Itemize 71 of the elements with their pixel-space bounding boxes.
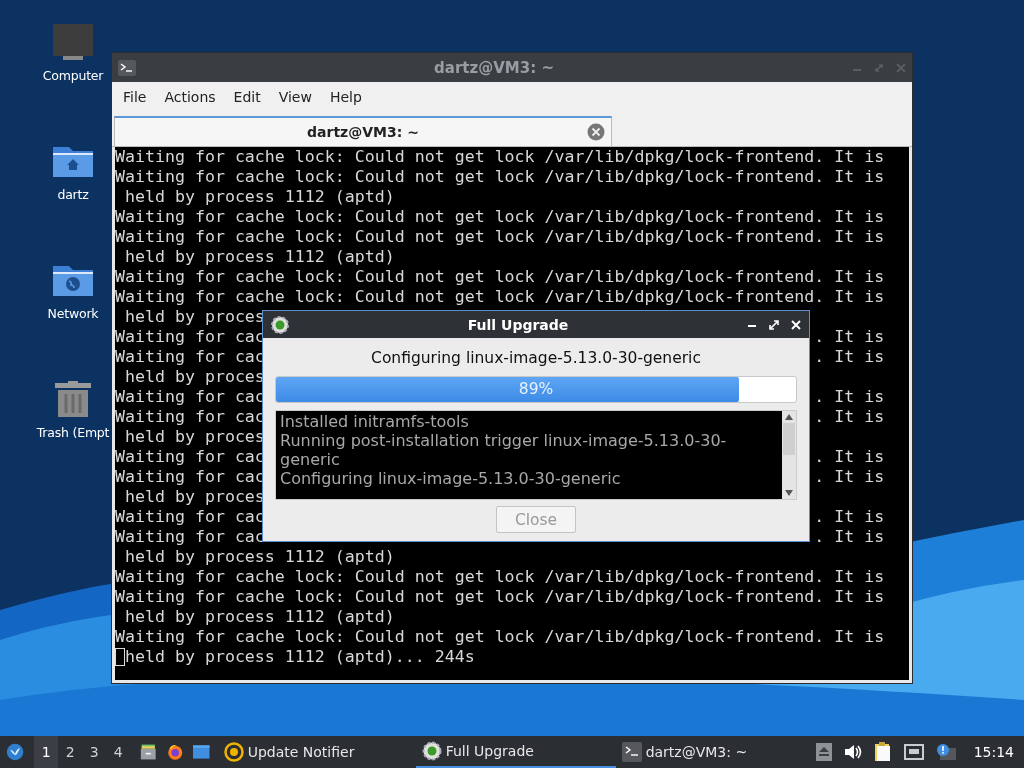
- log-line: Installed initramfs-tools: [280, 412, 470, 431]
- terminal-line: . It is: [814, 467, 885, 487]
- terminal-line: held by process 1112 (aptd): [124, 547, 395, 567]
- menu-item[interactable]: View: [269, 85, 321, 109]
- terminal-line: Waiting for cache lock: Could not get lock /var/lib/dpkg/lock-frontend. It is: [115, 287, 885, 307]
- menu-item[interactable]: Edit: [224, 85, 270, 109]
- terminal-line: held by proces: [124, 427, 265, 447]
- terminal-line: Waiting for cache lock: Could not get lock /var/lib/dpkg/lock-frontend. It is: [115, 567, 885, 587]
- network-icon[interactable]: [903, 744, 924, 760]
- icon-label[interactable]: Trash (Empt: [36, 425, 110, 440]
- log-line: Running post-installation trigger linux-image-5.13.0-30-generic: [280, 431, 728, 469]
- monitor-icon: [53, 24, 93, 60]
- window-icon[interactable]: [193, 743, 210, 761]
- scrollbar[interactable]: [782, 411, 796, 499]
- terminal-line: Waiting for cache lock: Could not get lock /var/lib/dpkg/lock-frontend. It is: [115, 587, 885, 607]
- taskbar-button[interactable]: dartz@VM3: ~: [615, 736, 816, 768]
- workspace-button[interactable]: 3: [82, 736, 107, 768]
- start-menu-button[interactable]: [6, 741, 25, 763]
- scroll-down-arrow-icon[interactable]: [785, 490, 793, 496]
- terminal-line: held by process 1112 (aptd)... 244s: [125, 647, 475, 667]
- icon-label[interactable]: Computer: [42, 68, 104, 83]
- terminal-line: Waiting for cache lock: Could not get lock /var/lib/dpkg/lock-frontend. It is: [115, 267, 885, 287]
- terminal-line: Waiting for cache lock: Could not get lock /var/lib/dpkg/lock-frontend. It is: [115, 167, 885, 187]
- terminal-icon: [621, 742, 642, 762]
- taskbar-button[interactable]: Update Notifier: [217, 736, 416, 768]
- menu-item[interactable]: File: [114, 85, 156, 109]
- close-tab-button[interactable]: [587, 123, 605, 141]
- terminal-line: . It is: [814, 387, 885, 407]
- status-label: Configuring linux-image-5.13.0-30-generic: [371, 348, 701, 369]
- terminal-line: . It is: [814, 447, 885, 467]
- file-cabinet-icon[interactable]: [140, 742, 157, 762]
- terminal-line: held by proces: [124, 487, 265, 507]
- browser-icon[interactable]: [166, 742, 184, 762]
- trash-icon: [53, 381, 93, 417]
- terminal-line: held by proces: [124, 367, 265, 387]
- window-title: dartz@VM3: ~: [433, 58, 555, 77]
- log-line: Configuring linux-image-5.13.0-30-generic: [280, 469, 622, 488]
- tab[interactable]: dartz@VM3: ~: [114, 116, 612, 146]
- taskbar-button[interactable]: Full Upgrade: [415, 736, 616, 768]
- workspace-button[interactable]: 2: [58, 736, 83, 768]
- volume-icon[interactable]: [843, 744, 862, 760]
- clipboard-icon[interactable]: [873, 742, 892, 762]
- terminal-line: held by proces: [124, 307, 265, 327]
- terminal-line: . It is: [814, 347, 885, 367]
- menu-item[interactable]: Help: [320, 85, 371, 109]
- terminal-line: Waiting for cache lock: Could not get lock /var/lib/dpkg/lock-frontend. It is: [115, 627, 885, 647]
- gear-icon: [421, 741, 442, 761]
- menu-item[interactable]: Actions: [155, 85, 225, 109]
- scroll-up-arrow-icon[interactable]: [785, 414, 793, 420]
- terminal-line: held by process 1112 (aptd): [124, 607, 395, 627]
- icon-label[interactable]: dartz: [57, 187, 89, 202]
- workspace-button[interactable]: 4: [106, 736, 131, 768]
- clock: 15:14: [973, 744, 1014, 760]
- workspace-button[interactable]: 1: [34, 736, 59, 768]
- gear-icon: [271, 315, 289, 334]
- terminal-line: . It is: [814, 407, 885, 427]
- terminal-line: held by process 1112 (aptd): [124, 187, 395, 207]
- notification-icon[interactable]: [935, 743, 956, 761]
- terminal-line: Waiting for cache lock: Could not get lock /var/lib/dpkg/lock-frontend. It is: [115, 227, 885, 247]
- eject-icon[interactable]: [815, 743, 832, 761]
- icon-label[interactable]: Network: [47, 306, 99, 321]
- terminal-line: Waiting for cache lock: Could not get lock /var/lib/dpkg/lock-frontend. It is: [115, 207, 885, 227]
- notifier-icon: [223, 742, 244, 762]
- terminal-line: . It is: [814, 327, 885, 347]
- terminal-line: . It is: [814, 527, 885, 547]
- dialog-title: Full Upgrade: [466, 316, 570, 333]
- terminal-line: . It is: [814, 507, 885, 527]
- progress-label: 89%: [518, 380, 554, 398]
- terminal-line: Waiting for cache lock: Could not get lock /var/lib/dpkg/lock-frontend. It is: [115, 147, 885, 167]
- terminal-icon: [118, 59, 136, 76]
- terminal-line: held by process 1112 (aptd): [124, 247, 395, 267]
